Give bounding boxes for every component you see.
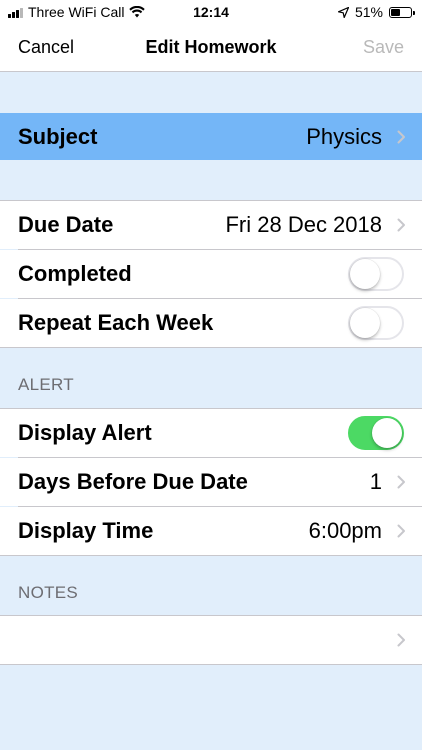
chevron-right-icon xyxy=(397,524,405,538)
display-time-row[interactable]: Display Time 6:00pm xyxy=(0,507,422,555)
completed-toggle[interactable] xyxy=(348,257,404,291)
location-arrow-icon xyxy=(337,6,349,18)
days-before-label: Days Before Due Date xyxy=(18,469,248,494)
separator xyxy=(0,664,422,665)
chevron-right-icon xyxy=(397,633,405,647)
due-date-row[interactable]: Due Date Fri 28 Dec 2018 xyxy=(0,201,422,249)
toggle-knob xyxy=(350,308,380,338)
repeat-row: Repeat Each Week xyxy=(0,299,422,347)
notes-row[interactable] xyxy=(0,616,422,664)
save-button[interactable]: Save xyxy=(363,37,404,58)
chevron-right-icon xyxy=(397,130,405,143)
toggle-knob xyxy=(372,418,402,448)
due-date-value: Fri 28 Dec 2018 xyxy=(225,212,382,237)
status-right: 51% xyxy=(337,4,415,20)
display-alert-toggle[interactable] xyxy=(348,416,404,450)
chevron-right-icon xyxy=(397,475,405,489)
subject-value: Physics xyxy=(306,123,382,149)
chevron-right-icon xyxy=(397,218,405,232)
page-title: Edit Homework xyxy=(145,37,277,57)
toggle-knob xyxy=(350,259,380,289)
completed-label: Completed xyxy=(18,261,132,286)
completed-row: Completed xyxy=(0,250,422,298)
display-time-value: 6:00pm xyxy=(308,518,382,543)
alert-section-header: ALERT xyxy=(18,375,74,394)
repeat-label: Repeat Each Week xyxy=(18,310,214,335)
notes-section-header: NOTES xyxy=(18,583,79,602)
subject-label: Subject xyxy=(18,123,98,149)
status-bar: Three WiFi Call 12:14 51% xyxy=(0,0,422,24)
due-date-label: Due Date xyxy=(18,212,114,237)
subject-row[interactable]: Subject Physics xyxy=(0,113,422,160)
display-time-label: Display Time xyxy=(18,518,154,543)
days-before-value: 1 xyxy=(369,469,382,494)
display-alert-label: Display Alert xyxy=(18,420,152,445)
battery-percent: 51% xyxy=(354,4,383,20)
separator xyxy=(0,347,422,348)
navigation-bar: Cancel Edit Homework Save xyxy=(0,24,422,72)
display-alert-row: Display Alert xyxy=(0,409,422,457)
repeat-toggle[interactable] xyxy=(348,306,404,340)
battery-icon xyxy=(389,6,415,18)
separator xyxy=(0,555,422,556)
days-before-row[interactable]: Days Before Due Date 1 xyxy=(0,458,422,506)
